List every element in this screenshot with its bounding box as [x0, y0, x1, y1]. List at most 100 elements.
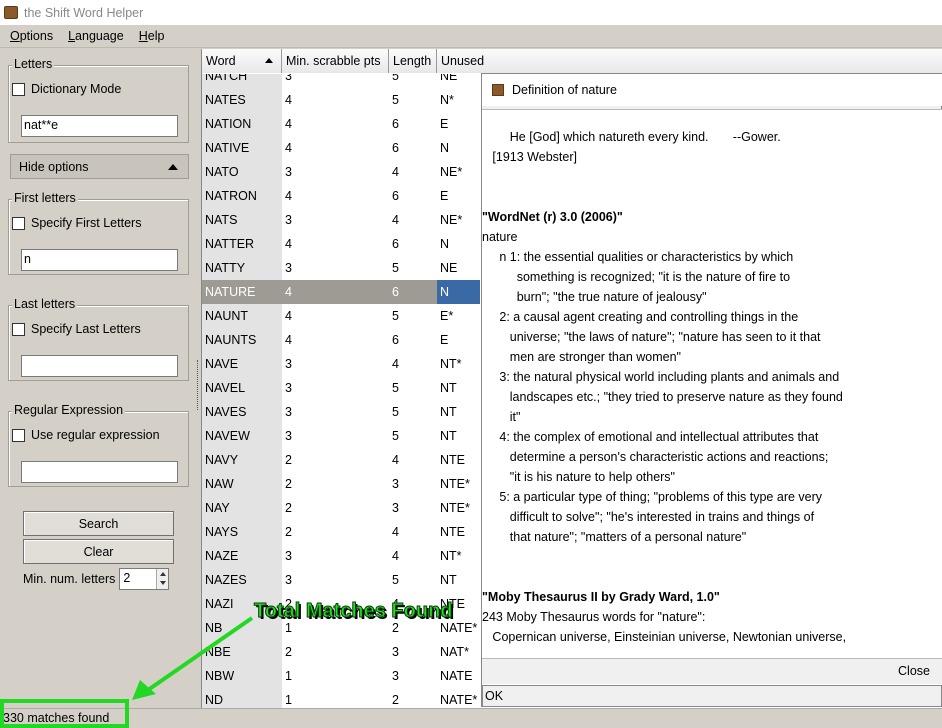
cell-pts: 3 [285, 74, 292, 83]
collapse-arrow-icon [168, 164, 178, 170]
column-header-unused[interactable]: Unused [437, 49, 942, 73]
letters-legend: Letters [12, 57, 55, 71]
cell-word: NAW [202, 472, 282, 496]
table-header: Word Min. scrabble pts Length Unused [202, 49, 942, 73]
menu-label: anguage [75, 29, 124, 43]
first-letters-legend: First letters [12, 191, 78, 205]
definition-line: 5: a particular type of thing; "problems… [482, 490, 823, 504]
cell-len: 6 [392, 117, 399, 131]
letters-group: Letters Dictionary Mode nat**e [8, 57, 189, 143]
cell-len: 5 [392, 429, 399, 443]
cell-len: 5 [392, 261, 399, 275]
definition-dialog: Definition of nature He [God] which natu… [481, 73, 942, 707]
menu-help[interactable]: Help [134, 29, 170, 43]
cell-len: 5 [392, 93, 399, 107]
cell-len: 5 [392, 405, 399, 419]
cell-pts: 3 [285, 381, 292, 395]
cell-word: NAVEL [202, 376, 282, 400]
menu-accelerator: H [138, 29, 148, 43]
definition-line: burn"; "the true nature of jealousy" [482, 290, 707, 304]
cell-len: 3 [392, 477, 399, 491]
column-header-word[interactable]: Word [202, 49, 282, 73]
use-regex-checkbox[interactable]: Use regular expression [12, 428, 160, 442]
cell-len: 3 [392, 501, 399, 515]
regex-group: Regular Expression Use regular expressio… [8, 403, 189, 487]
cell-word: NAYS [202, 520, 282, 544]
specify-last-letters-checkbox[interactable]: Specify Last Letters [12, 322, 141, 336]
regex-input[interactable] [21, 461, 178, 483]
cell-pts: 4 [285, 333, 292, 347]
cell-word: NAVY [202, 448, 282, 472]
hide-options-button[interactable]: Hide options [10, 154, 189, 179]
menu-label: elp [147, 29, 165, 43]
last-letters-legend: Last letters [12, 297, 78, 311]
first-letters-group: First letters Specify First Letters n [8, 191, 189, 275]
menu-bar: Options Language Help [0, 25, 942, 48]
cell-len: 3 [392, 645, 399, 659]
definition-line: He [God] which natureth every kind. --Go… [482, 130, 781, 144]
cell-word: NATION [202, 112, 282, 136]
cell-len: 6 [389, 280, 437, 304]
definition-line: determine a person's characteristic acti… [482, 450, 829, 464]
cell-len: 5 [392, 309, 399, 323]
ok-status[interactable]: OK [482, 685, 942, 707]
letters-input[interactable]: nat**e [21, 115, 178, 137]
title-bar: the Shift Word Helper [0, 0, 942, 25]
stepper-down-icon[interactable] [160, 581, 167, 585]
cell-word: NATCH [202, 74, 282, 88]
definition-line: Copernican universe, Einsteinian univers… [482, 630, 847, 644]
definition-line: something is recognized; "it is the natu… [482, 270, 791, 284]
menu-language[interactable]: Language [63, 29, 129, 43]
last-letters-input[interactable] [21, 355, 178, 377]
definition-text[interactable]: He [God] which natureth every kind. --Go… [482, 109, 942, 689]
checkbox-box[interactable] [12, 322, 25, 336]
search-button[interactable]: Search [23, 511, 174, 536]
column-unused-label: Unused [441, 54, 485, 68]
cell-len: 4 [392, 453, 399, 467]
cell-len: 6 [392, 189, 399, 203]
menu-options[interactable]: Options [5, 29, 58, 43]
dictionary-mode-label: Dictionary Mode [31, 82, 122, 96]
cell-word: NAVEW [202, 424, 282, 448]
specify-first-letters-label: Specify First Letters [31, 216, 142, 230]
cell-pts: 4 [285, 309, 292, 323]
dictionary-mode-checkbox[interactable]: Dictionary Mode [12, 82, 121, 96]
column-points-label: Min. scrabble pts [286, 54, 381, 68]
stepper-up-icon[interactable] [160, 572, 167, 576]
cell-pts: 3 [285, 165, 292, 179]
min-letters-stepper[interactable]: 2 [119, 568, 170, 590]
status-bar: 330 matches found [0, 708, 942, 728]
column-header-points[interactable]: Min. scrabble pts [282, 49, 389, 73]
hide-options-label: Hide options [19, 159, 89, 174]
cell-word: NAY [202, 496, 282, 520]
cell-word: NATTER [202, 232, 282, 256]
min-letters-value[interactable]: 2 [123, 571, 130, 585]
cell-pts: 3 [285, 429, 292, 443]
cell-word: NBW [202, 664, 282, 688]
cell-pts: 4 [285, 93, 292, 107]
column-header-length[interactable]: Length [389, 49, 437, 73]
specify-first-letters-checkbox[interactable]: Specify First Letters [12, 216, 141, 230]
menu-accelerator: L [68, 29, 76, 43]
clear-button[interactable]: Clear [23, 539, 174, 564]
last-letters-group: Last letters Specify Last Letters [8, 297, 189, 381]
cell-pts: 3 [285, 573, 292, 587]
definition-line: 2: a causal agent creating and controlli… [482, 310, 799, 324]
cell-word: NATURE [202, 280, 282, 304]
stepper-arrows[interactable] [156, 569, 169, 589]
column-word-label: Word [206, 54, 236, 68]
specify-last-letters-label: Specify Last Letters [31, 322, 141, 336]
cell-len: 4 [392, 165, 399, 179]
definition-line: "Moby Thesaurus II by Grady Ward, 1.0" [482, 590, 720, 604]
cell-len: 5 [392, 573, 399, 587]
cell-len: 2 [392, 693, 399, 707]
definition-line: universe; "the laws of nature"; "nature … [482, 330, 821, 344]
min-letters-row: Min. num. letters 2 [23, 568, 170, 590]
cell-word: ND [202, 688, 282, 708]
definition-line: it" [482, 410, 521, 424]
checkbox-box[interactable] [12, 216, 25, 230]
checkbox-box[interactable] [12, 82, 25, 96]
checkbox-box[interactable] [12, 428, 25, 442]
close-button[interactable]: Close [898, 664, 930, 678]
first-letters-input[interactable]: n [21, 249, 178, 271]
